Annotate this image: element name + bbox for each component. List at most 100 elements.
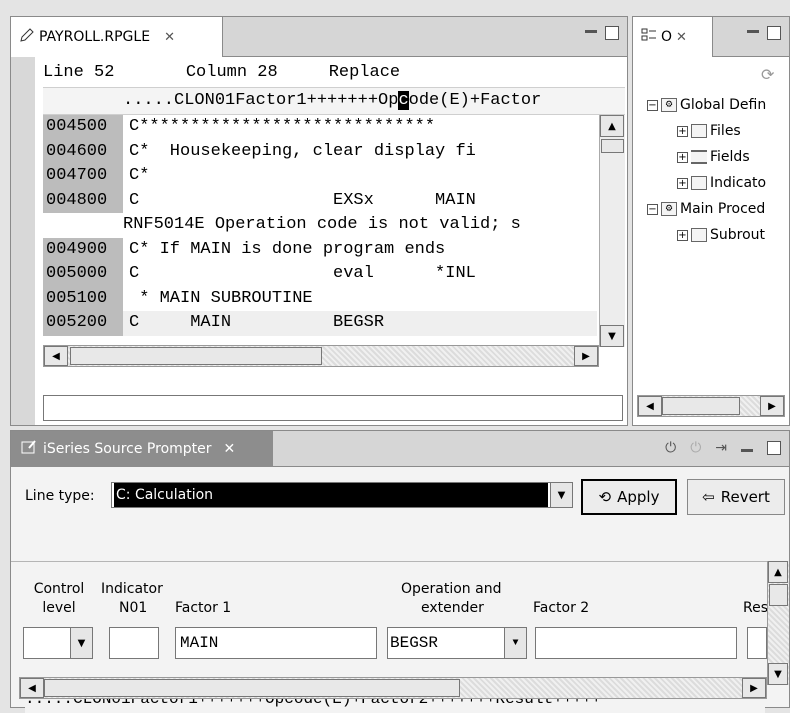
- chevron-down-icon[interactable]: ▼: [550, 483, 572, 507]
- prompter-vertical-scrollbar[interactable]: ▲ ▼: [767, 561, 789, 685]
- scroll-left-arrow-icon[interactable]: ◀: [20, 678, 44, 698]
- source-line[interactable]: 005000 C eval *INL: [43, 262, 597, 287]
- editor-vertical-scrollbar[interactable]: ▲ ▼: [599, 115, 625, 347]
- control-level-label-2: level: [42, 600, 76, 616]
- editor-tab[interactable]: PAYROLL.RPGLE ✕: [11, 17, 223, 57]
- expand-icon[interactable]: +: [677, 125, 688, 137]
- scroll-thumb[interactable]: [70, 347, 322, 365]
- close-icon[interactable]: ✕: [164, 30, 175, 45]
- expand-icon[interactable]: +: [677, 177, 688, 189]
- scroll-thumb[interactable]: [601, 139, 624, 153]
- control-level-select[interactable]: ▼: [23, 627, 93, 659]
- expand-icon[interactable]: +: [677, 151, 688, 163]
- line-type-label: Line type:: [25, 488, 95, 504]
- scroll-up-arrow-icon[interactable]: ▲: [768, 561, 788, 583]
- prompter-horizontal-scrollbar[interactable]: ◀ ▶: [19, 677, 767, 699]
- sequence-number: [43, 213, 123, 238]
- factor2-field[interactable]: [535, 627, 737, 659]
- source-code[interactable]: C MAIN BEGSR: [123, 311, 597, 336]
- pencil-icon: [19, 27, 35, 47]
- collapse-icon[interactable]: −: [647, 203, 658, 215]
- maximize-icon[interactable]: [767, 441, 781, 455]
- power-icon[interactable]: ⏻: [665, 440, 676, 456]
- minimize-icon[interactable]: [747, 30, 759, 33]
- source-line[interactable]: 004700 C*: [43, 164, 597, 189]
- maximize-icon[interactable]: [605, 26, 619, 40]
- source-code[interactable]: C eval *INL: [123, 262, 597, 287]
- prompter-tab[interactable]: iSeries Source Prompter ✕: [11, 431, 273, 467]
- scroll-thumb[interactable]: [662, 397, 740, 415]
- editor-body[interactable]: Line 52 Column 28 Replace .....CLON01Fac…: [11, 57, 627, 425]
- line-type-select[interactable]: C: Calculation ▼: [111, 482, 573, 508]
- factor1-field[interactable]: MAIN: [175, 627, 377, 659]
- source-code[interactable]: C* Housekeeping, clear display fi: [123, 140, 597, 165]
- revert-button[interactable]: ⇦ Revert: [687, 479, 785, 515]
- tree-item-fields[interactable]: + Fields: [677, 149, 750, 165]
- minimize-icon[interactable]: [741, 448, 753, 452]
- chevron-down-icon[interactable]: ▼: [70, 628, 92, 658]
- source-line[interactable]: 004600 C* Housekeeping, clear display fi: [43, 139, 597, 165]
- tree-item-main-procedure[interactable]: − ⚙ Main Proced: [647, 201, 765, 217]
- scroll-down-arrow-icon[interactable]: ▼: [768, 663, 788, 685]
- source-line[interactable]: 005100 * MAIN SUBROUTINE: [43, 286, 597, 312]
- folder-icon: [691, 176, 707, 190]
- maximize-icon[interactable]: [767, 26, 781, 40]
- error-message-line[interactable]: RNF5014E Operation code is not valid; s: [43, 213, 597, 238]
- tree-item-subroutines[interactable]: + Subrout: [677, 227, 765, 243]
- source-code[interactable]: C* If MAIN is done program ends: [123, 238, 597, 263]
- result-field[interactable]: [747, 627, 767, 659]
- source-line[interactable]: 004800 C EXSx MAIN: [43, 188, 597, 214]
- ruler-text-after: ode(E)+Factor: [408, 91, 542, 110]
- source-lines[interactable]: 004500 C***************************** 004…: [43, 115, 597, 336]
- scroll-thumb[interactable]: [769, 584, 788, 606]
- line-type-value: C: Calculation: [114, 483, 548, 507]
- source-code[interactable]: C*: [123, 164, 597, 189]
- editor-panel: PAYROLL.RPGLE ✕ Line 52 Column 28 Replac…: [10, 16, 628, 426]
- indicator-field[interactable]: [109, 627, 159, 659]
- export-icon[interactable]: ⇥: [715, 440, 727, 456]
- scroll-left-arrow-icon[interactable]: ◀: [638, 396, 662, 416]
- source-code[interactable]: * MAIN SUBROUTINE: [123, 287, 597, 312]
- apply-button[interactable]: ⟲ Apply: [581, 479, 677, 515]
- source-code[interactable]: C*****************************: [123, 115, 597, 140]
- source-line[interactable]: 004900 C* If MAIN is done program ends: [43, 237, 597, 263]
- tree-item-files[interactable]: + Files: [677, 123, 741, 139]
- scroll-right-arrow-icon[interactable]: ▶: [574, 346, 598, 366]
- scroll-up-arrow-icon[interactable]: ▲: [600, 115, 624, 137]
- editor-horizontal-scrollbar[interactable]: ◀ ▶: [43, 345, 599, 367]
- source-code[interactable]: C EXSx MAIN: [123, 189, 597, 214]
- outline-tab[interactable]: O ✕: [633, 17, 713, 57]
- gear-icon: ⚙: [661, 98, 677, 112]
- close-icon[interactable]: ✕: [224, 441, 236, 457]
- chevron-down-icon[interactable]: ▼: [504, 628, 526, 658]
- operation-label-2: extender: [421, 600, 484, 616]
- scroll-left-arrow-icon[interactable]: ◀: [44, 346, 68, 366]
- expand-icon[interactable]: +: [677, 229, 688, 241]
- power-alt-icon[interactable]: ⏻: [690, 440, 701, 456]
- sequence-number: 004500: [43, 115, 123, 140]
- sequence-number: 005000: [43, 262, 123, 287]
- operation-select[interactable]: BEGSR ▼: [387, 627, 527, 659]
- scroll-right-arrow-icon[interactable]: ▶: [760, 396, 784, 416]
- tree-item-indicators[interactable]: + Indicato: [677, 175, 766, 191]
- sequence-number: 004600: [43, 139, 123, 164]
- scroll-thumb[interactable]: [44, 679, 460, 697]
- collapse-icon[interactable]: −: [647, 99, 658, 111]
- command-line-input[interactable]: [43, 395, 623, 421]
- minimize-icon[interactable]: [585, 30, 597, 33]
- scroll-right-arrow-icon[interactable]: ▶: [742, 678, 766, 698]
- outline-tab-title: O: [661, 29, 673, 45]
- scroll-down-arrow-icon[interactable]: ▼: [600, 325, 624, 347]
- outline-horizontal-scrollbar[interactable]: ◀ ▶: [637, 395, 785, 417]
- source-line[interactable]: 004500 C*****************************: [43, 115, 597, 140]
- sequence-number: 004900: [43, 237, 123, 262]
- outline-icon: [641, 27, 657, 47]
- current-source-line[interactable]: 005200 C MAIN BEGSR: [43, 311, 597, 336]
- sync-icon[interactable]: ⟳: [761, 65, 774, 84]
- editor-window-buttons: [585, 26, 619, 40]
- control-level-value: [24, 628, 70, 658]
- close-icon[interactable]: ✕: [676, 30, 687, 45]
- tree-item-global-definitions[interactable]: − ⚙ Global Defin: [647, 97, 766, 113]
- outline-tree[interactable]: ⟳ − ⚙ Global Defin + Files + Fields + In…: [633, 57, 789, 425]
- outline-window-buttons: [747, 26, 781, 40]
